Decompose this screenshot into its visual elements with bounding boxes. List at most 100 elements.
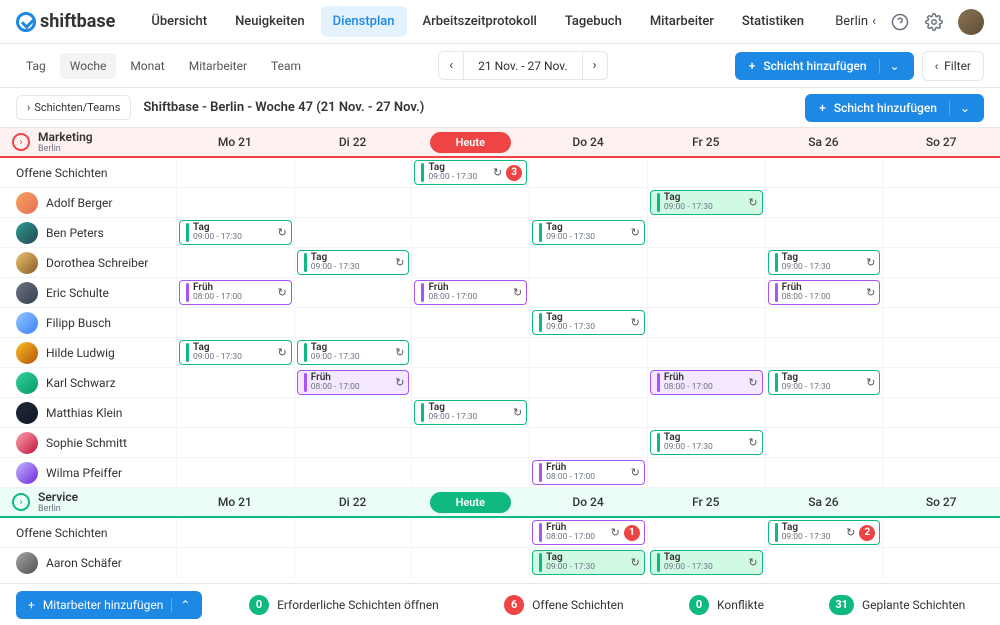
dept-toggle[interactable]: › [12, 133, 30, 151]
schedule-cell[interactable]: Früh08:00 - 17:00↻ [176, 278, 294, 307]
shift-tag[interactable]: Tag09:00 - 17:30↻ [650, 430, 763, 455]
employee-label[interactable]: Sophie Schmitt [0, 428, 176, 457]
schedule-cell[interactable] [647, 458, 765, 487]
schedule-cell[interactable] [176, 398, 294, 427]
schedule-cell[interactable] [882, 248, 1000, 277]
schedule-cell[interactable] [882, 368, 1000, 397]
shift-tag[interactable]: Tag09:00 - 17:30↻ [297, 250, 410, 275]
schedule-cell[interactable] [294, 158, 412, 187]
employee-label[interactable]: Dorothea Schreiber [0, 248, 176, 277]
shift-tag[interactable]: Tag09:00 - 17:30↻ [768, 370, 881, 395]
view-monat[interactable]: Monat [120, 53, 174, 79]
employee-label[interactable]: Karl Schwarz [0, 368, 176, 397]
schedule-cell[interactable] [294, 548, 412, 577]
stat-geplante-schichten[interactable]: 31Geplante Schichten [829, 595, 965, 615]
schedule-cell[interactable] [529, 338, 647, 367]
shift-fruh[interactable]: Früh08:00 - 17:00↻ [179, 280, 292, 305]
filter-button[interactable]: ‹ Filter [922, 51, 984, 81]
shift-tag[interactable]: Tag09:00 - 17:30↻ [297, 340, 410, 365]
schedule-cell[interactable]: Tag09:00 - 17:30↻ [647, 548, 765, 577]
schedule-cell[interactable] [765, 548, 883, 577]
schedule-cell[interactable]: Tag09:00 - 17:30↻ [529, 308, 647, 337]
shift-fruh[interactable]: Früh08:00 - 17:00↻ [650, 370, 763, 395]
shift-fruh[interactable]: Früh08:00 - 17:00↻ [768, 280, 881, 305]
prev-week-button[interactable]: ‹ [439, 52, 464, 79]
employee-label[interactable]: Wilma Pfeiffer [0, 458, 176, 487]
schedule-cell[interactable] [176, 368, 294, 397]
schedule-cell[interactable] [294, 458, 412, 487]
schedule-cell[interactable] [411, 518, 529, 547]
schedule-cell[interactable] [176, 548, 294, 577]
view-team[interactable]: Team [261, 53, 311, 79]
dept-toggle[interactable]: › [12, 493, 30, 511]
schedule-cell[interactable] [765, 218, 883, 247]
schedule-cell[interactable] [882, 188, 1000, 217]
schedule-cell[interactable] [176, 158, 294, 187]
schedule-cell[interactable] [529, 158, 647, 187]
schedule-cell[interactable] [765, 398, 883, 427]
logo[interactable]: shiftbase [16, 11, 115, 32]
nav-tagebuch[interactable]: Tagebuch [553, 6, 634, 37]
settings-icon[interactable] [924, 12, 944, 32]
schedule-cell[interactable] [294, 428, 412, 457]
shift-tag[interactable]: Tag09:00 - 17:30↻ [179, 340, 292, 365]
schedule-cell[interactable]: Tag09:00 - 17:30↻ [765, 248, 883, 277]
schedule-cell[interactable] [765, 158, 883, 187]
schedule-cell[interactable]: Tag09:00 - 17:30↻3 [411, 158, 529, 187]
schedule-cell[interactable]: Tag09:00 - 17:30↻ [294, 248, 412, 277]
nav-übersicht[interactable]: Übersicht [139, 6, 219, 37]
employee-label[interactable]: Ben Peters [0, 218, 176, 247]
shift-tag[interactable]: Tag09:00 - 17:30↻ [532, 550, 645, 575]
help-icon[interactable] [890, 12, 910, 32]
schedule-cell[interactable] [529, 248, 647, 277]
schedule-cell[interactable] [882, 308, 1000, 337]
schedule-cell[interactable] [765, 338, 883, 367]
schedule-cell[interactable] [882, 158, 1000, 187]
stat-konflikte[interactable]: 0Konflikte [689, 595, 764, 615]
schedule-cell[interactable]: Früh08:00 - 17:00↻ [529, 458, 647, 487]
stat-offene-schichten[interactable]: 6Offene Schichten [504, 595, 624, 615]
schedule-cell[interactable] [765, 428, 883, 457]
schedule-cell[interactable]: Früh08:00 - 17:00↻1 [529, 518, 647, 547]
schedule-cell[interactable] [882, 278, 1000, 307]
employee-label[interactable]: Matthias Klein [0, 398, 176, 427]
shift-tag[interactable]: Tag09:00 - 17:30↻ [650, 190, 763, 215]
schedule-cell[interactable] [411, 308, 529, 337]
shift-fruh[interactable]: Früh08:00 - 17:00↻1 [532, 520, 645, 545]
schedule-cell[interactable] [882, 518, 1000, 547]
schedule-cell[interactable] [647, 158, 765, 187]
schedule-cell[interactable]: Tag09:00 - 17:30↻2 [765, 518, 883, 547]
schedule-cell[interactable] [647, 248, 765, 277]
schedule-cell[interactable] [411, 338, 529, 367]
schedule-cell[interactable] [647, 308, 765, 337]
schedule-cell[interactable] [647, 218, 765, 247]
date-range[interactable]: 21 Nov. - 27 Nov. [464, 53, 582, 79]
schedule-cell[interactable] [765, 188, 883, 217]
schedule-cell[interactable] [765, 308, 883, 337]
schedule-cell[interactable] [411, 548, 529, 577]
nav-dienstplan[interactable]: Dienstplan [321, 6, 407, 37]
shift-fruh[interactable]: Früh08:00 - 17:00↻ [414, 280, 527, 305]
shift-tag[interactable]: Tag09:00 - 17:30↻2 [768, 520, 881, 545]
nav-mitarbeiter[interactable]: Mitarbeiter [638, 6, 726, 37]
schedule-cell[interactable]: Tag09:00 - 17:30↻ [529, 218, 647, 247]
view-mitarbeiter[interactable]: Mitarbeiter [179, 53, 257, 79]
shift-tag[interactable]: Tag09:00 - 17:30↻3 [414, 160, 527, 185]
nav-statistiken[interactable]: Statistiken [730, 6, 816, 37]
schedule-cell[interactable] [882, 218, 1000, 247]
add-employee-button[interactable]: + Mitarbeiter hinzufügen ⌃ [16, 591, 202, 619]
shift-tag[interactable]: Tag09:00 - 17:30↻ [532, 310, 645, 335]
schedule-cell[interactable] [882, 428, 1000, 457]
shift-fruh[interactable]: Früh08:00 - 17:00↻ [297, 370, 410, 395]
schedule-cell[interactable] [411, 218, 529, 247]
nav-neuigkeiten[interactable]: Neuigkeiten [223, 6, 317, 37]
shift-tag[interactable]: Tag09:00 - 17:30↻ [650, 550, 763, 575]
schedule-cell[interactable]: Tag09:00 - 17:30↻ [411, 398, 529, 427]
add-shift-button[interactable]: + Schicht hinzufügen ⌄ [735, 52, 914, 80]
schedule-cell[interactable] [647, 278, 765, 307]
shift-tag[interactable]: Tag09:00 - 17:30↻ [532, 220, 645, 245]
schedule-cell[interactable] [529, 188, 647, 217]
schedule-cell[interactable] [176, 428, 294, 457]
user-avatar[interactable] [958, 9, 984, 35]
schedule-cell[interactable] [882, 548, 1000, 577]
